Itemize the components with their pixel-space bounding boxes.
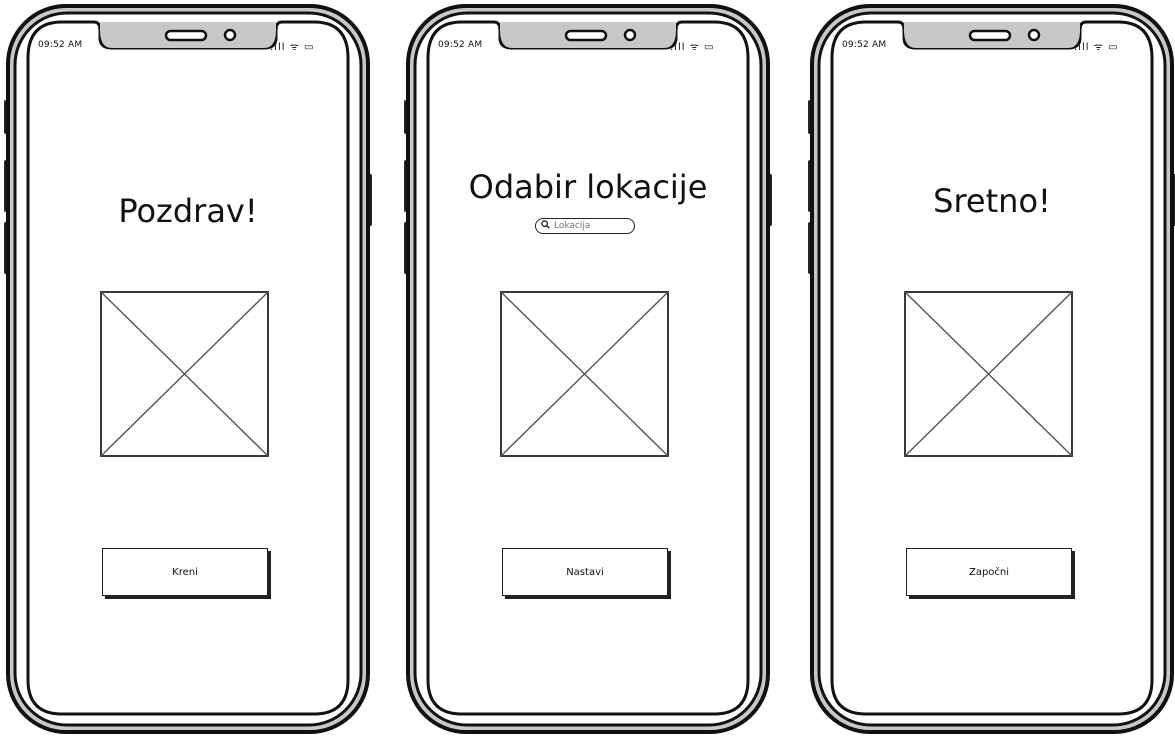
page-title: Odabir lokacije xyxy=(468,168,708,206)
kreni-button[interactable]: Kreni xyxy=(102,548,268,596)
phone-screen-welcome: 09:52 AM .ıll ᯤ ▭ Pozdrav! Kreni xyxy=(2,0,374,738)
location-search-input[interactable] xyxy=(554,219,630,232)
image-placeholder-icon xyxy=(500,291,669,457)
search-icon xyxy=(541,220,550,229)
phone-screen-location: 09:52 AM .ıll ᯤ ▭ Odabir lokacije Nastav… xyxy=(402,0,774,738)
image-placeholder-icon xyxy=(904,291,1073,457)
phone-screen-good-luck: 09:52 AM .ıll ᯤ ▭ Sretno! Započni xyxy=(806,0,1175,738)
status-time: 09:52 AM xyxy=(842,40,887,50)
page-title: Pozdrav! xyxy=(118,192,258,230)
status-time: 09:52 AM xyxy=(38,40,83,50)
zapocni-button[interactable]: Započni xyxy=(906,548,1072,596)
status-icons: .ıll ᯤ ▭ xyxy=(1074,42,1119,53)
page-title: Sretno! xyxy=(933,182,1051,220)
status-icons: .ıll ᯤ ▭ xyxy=(270,42,315,53)
nastavi-button[interactable]: Nastavi xyxy=(502,548,668,596)
status-icons: .ıll ᯤ ▭ xyxy=(670,42,715,53)
location-search[interactable] xyxy=(535,218,635,234)
image-placeholder-icon xyxy=(100,291,269,457)
status-time: 09:52 AM xyxy=(438,40,483,50)
